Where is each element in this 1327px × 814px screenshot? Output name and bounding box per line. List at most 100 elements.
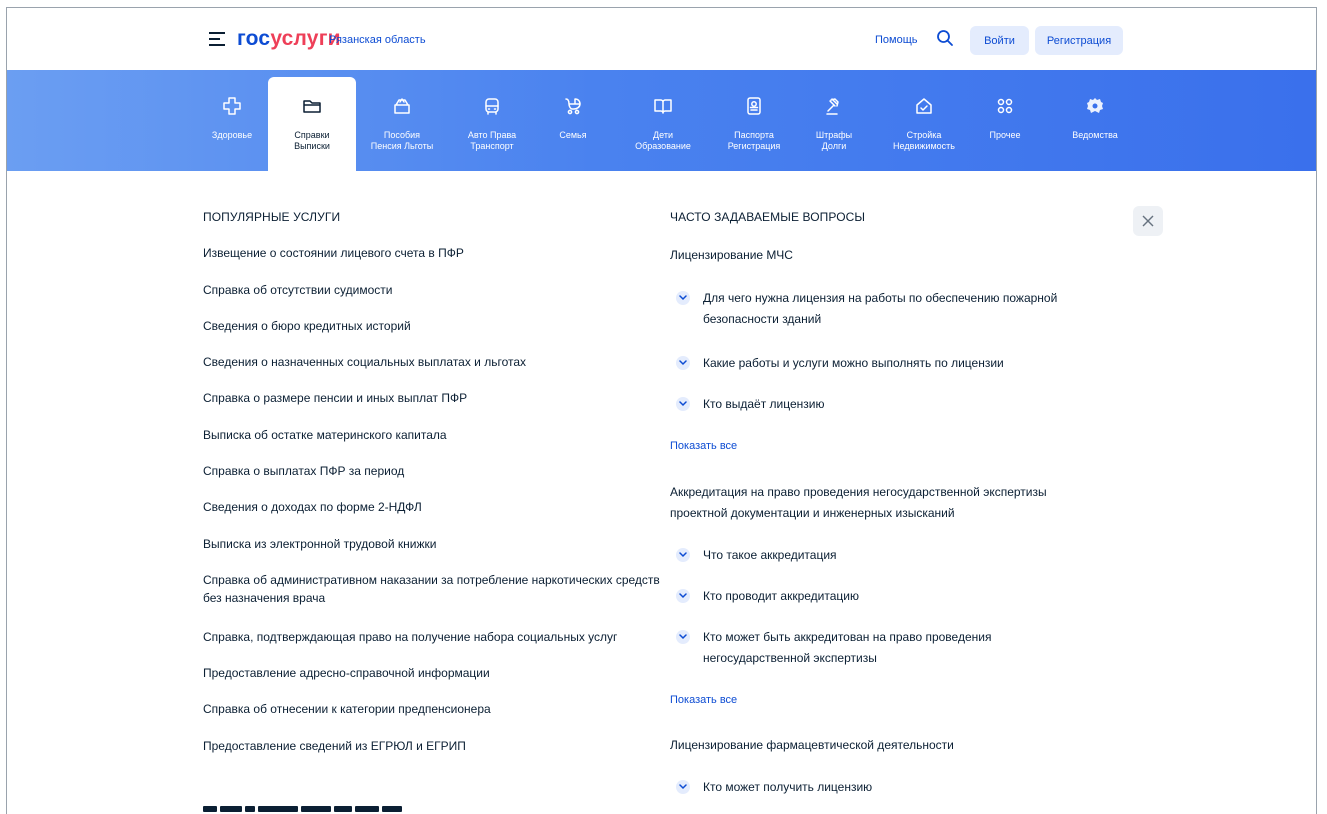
show-all-link[interactable]: Показать все [670,694,737,706]
category-label-line1: Пособия [383,130,421,140]
popular-services-title: ПОПУЛЯРНЫЕ УСЛУГИ [203,210,341,224]
category-bar: Здоровье Справки Выписки Пособия Пенсия Льго… [7,70,1316,171]
category-label-line2: Выписки [294,141,330,151]
popular-service-link[interactable]: Справка о выплатах ПФР за период [203,462,663,480]
popular-service-link[interactable]: Выписка об остатке материнского капитала [203,426,663,444]
faq-group-title: Лицензирование МЧС [670,248,793,262]
health-icon [222,96,242,116]
wallet-icon [392,96,412,116]
category-label: Дети Образование [619,130,707,152]
category-label-line1: Здоровье [211,130,253,140]
category-label: Прочее [961,130,1049,141]
popular-service-link[interactable]: Выписка из электронной трудовой книжки [203,535,663,553]
browser-frame: госуслуги Рязанская область Помощь Войти… [6,7,1317,814]
category-label-line1: Семья [559,130,587,140]
search-icon[interactable] [936,29,954,47]
faq-group-title: Лицензирование фармацевтической деятельн… [670,738,954,752]
show-all-link[interactable]: Показать все [670,440,737,452]
close-button[interactable] [1133,206,1163,236]
bus-icon [482,96,502,116]
category-label: Справки Выписки [268,130,356,152]
category-label: Здоровье [188,130,276,141]
login-button[interactable]: Войти [970,26,1029,55]
popular-service-link[interactable]: Сведения о назначенных социальных выплат… [203,353,663,371]
category-label-line1: Ведомства [1072,130,1118,140]
popular-service-link[interactable]: Справка об отсутствии судимости [203,281,663,299]
popular-service-link[interactable]: Сведения о доходах по форме 2-НДФЛ [203,498,663,516]
category-label-line2: Пенсия Льготы [370,141,434,151]
category-label: Ведомства [1051,130,1139,141]
chevron-down-icon[interactable] [676,630,690,644]
region-selector[interactable]: Рязанская область [329,34,426,46]
grid-icon [995,96,1015,116]
clipped-list-item [203,799,423,812]
site-header: госуслуги Рязанская область Помощь Войти… [7,8,1316,70]
category-stroller[interactable]: Семья [529,70,617,171]
category-health[interactable]: Здоровье [188,70,276,171]
gavel-icon [824,96,844,116]
chevron-down-icon[interactable] [676,356,690,370]
category-book[interactable]: Дети Образование [619,70,707,171]
faq-group-title: Аккредитация на право проведения негосуд… [670,485,1047,520]
faq-question-text: Что такое аккредитация [703,548,837,562]
faq-question-text: Для чего нужна лицензия на работы по обе… [703,291,1058,326]
category-label-line2: Транспорт [470,141,514,151]
faq-question-text: Кто выдаёт лицензию [703,397,825,411]
book-icon [653,96,673,116]
category-label: Стройка Недвижимость [880,130,968,152]
category-emblem[interactable]: Ведомства [1051,70,1139,171]
chevron-down-icon[interactable] [676,780,690,794]
category-label-line1: Стройка [906,130,942,140]
passport-icon [744,96,764,116]
popular-service-link[interactable]: Справка о размере пенсии и иных выплат П… [203,389,663,407]
faq-title: ЧАСТО ЗАДАВАЕМЫЕ ВОПРОСЫ [670,210,866,224]
category-label-line1: Дети [653,130,673,140]
chevron-down-icon[interactable] [676,291,690,305]
close-icon [1142,215,1154,227]
faq-question-text: Какие работы и услуги можно выполнять по… [703,356,1004,370]
category-label-line2: Долги [821,141,847,151]
faq-question-text: Кто может получить лицензию [703,780,873,794]
category-label-line2: Образование [635,141,691,151]
popular-service-link[interactable]: Предоставление адресно-справочной информ… [203,664,663,682]
chevron-down-icon[interactable] [676,397,690,411]
emblem-icon [1085,96,1105,116]
category-label: Семья [529,130,617,141]
category-house[interactable]: Стройка Недвижимость [880,70,968,171]
category-label: Паспорта Регистрация [710,130,798,152]
category-label-line1: Справки [294,130,330,140]
category-folder[interactable]: Справки Выписки [268,77,356,171]
popular-service-link[interactable]: Справка, подтверждающая право на получен… [203,628,663,646]
chevron-down-icon[interactable] [676,548,690,562]
faq-question-text: Кто проводит аккредитацию [703,589,859,603]
help-link[interactable]: Помощь [875,34,918,46]
category-label-line2: Недвижимость [893,141,955,151]
category-label: Авто Права Транспорт [448,130,536,152]
category-label: Штрафы Долги [790,130,878,152]
category-wallet[interactable]: Пособия Пенсия Льготы [358,70,446,171]
faq-question-text: Кто может быть аккредитован на право про… [703,630,992,665]
category-label-line1: Прочее [989,130,1021,140]
stroller-icon [563,96,583,116]
logo-part-gos: гос [237,27,271,50]
popular-service-link[interactable]: Сведения о бюро кредитных историй [203,317,663,335]
category-label-line1: Паспорта [734,130,774,140]
popular-service-link[interactable]: Извещение о состоянии лицевого счета в П… [203,244,663,262]
house-icon [914,96,934,116]
register-button[interactable]: Регистрация [1035,26,1123,55]
category-label: Пособия Пенсия Льготы [358,130,446,152]
popular-service-link[interactable]: Справка об отнесении к категории предпен… [203,700,663,718]
category-bus[interactable]: Авто Права Транспорт [448,70,536,171]
gosuslugi-logo[interactable]: госуслуги [237,27,341,51]
popular-service-link[interactable]: Справка об административном наказании за… [203,571,663,607]
chevron-down-icon[interactable] [676,589,690,603]
category-label-line1: Авто Права [467,130,517,140]
popular-service-link[interactable]: Предоставление сведений из ЕГРЮЛ и ЕГРИП [203,737,663,755]
category-label-line2: Регистрация [727,141,781,151]
category-gavel[interactable]: Штрафы Долги [790,70,878,171]
category-label-line1: Штрафы [815,130,853,140]
hamburger-menu-icon[interactable] [209,32,225,46]
folder-icon [302,96,322,116]
category-grid[interactable]: Прочее [961,70,1049,171]
category-passport[interactable]: Паспорта Регистрация [710,70,798,171]
